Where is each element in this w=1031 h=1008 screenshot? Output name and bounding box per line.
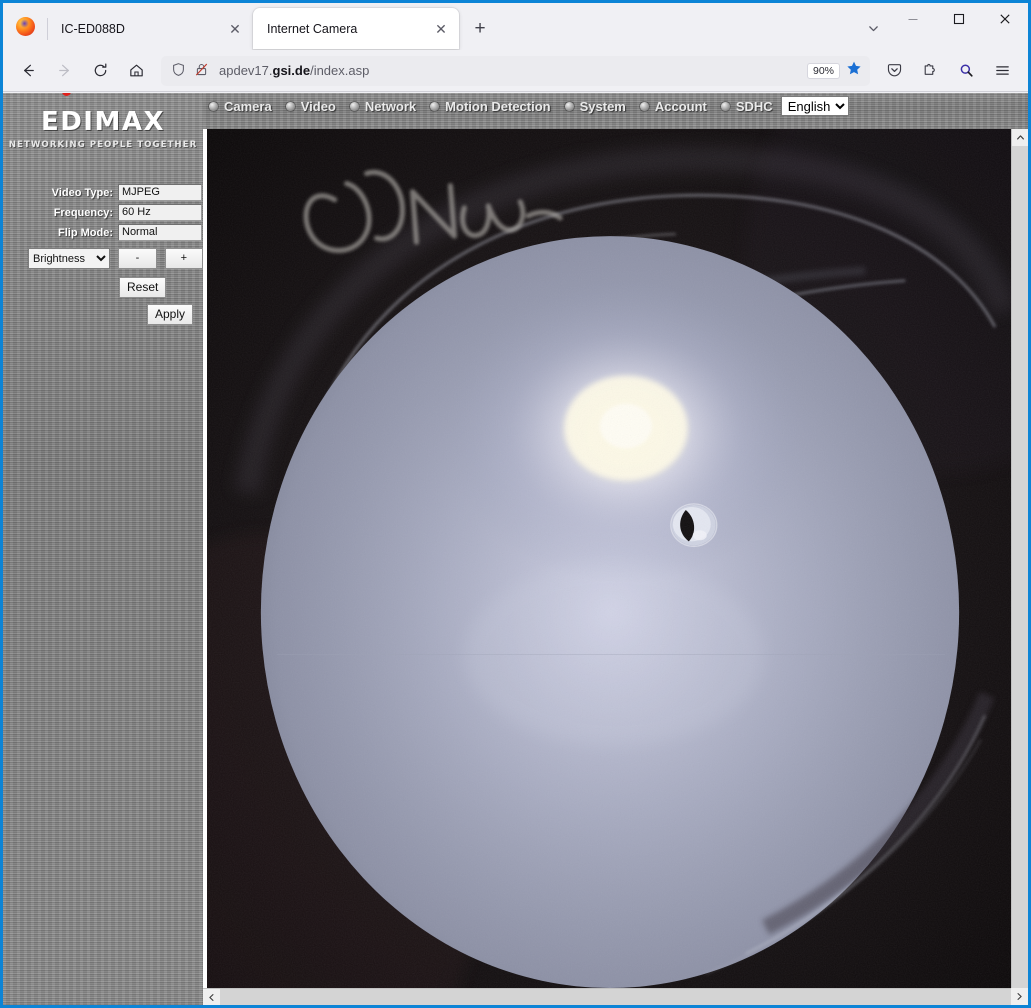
tab-title: IC-ED088D [61, 22, 125, 36]
tab-ic-ed088d[interactable]: IC-ED088D ✕ [47, 9, 253, 49]
app-menu-icon[interactable] [984, 56, 1020, 86]
nav-item-camera[interactable]: Camera [209, 99, 272, 114]
field-label: Flip Mode: [58, 226, 113, 239]
bullet-icon [430, 101, 440, 111]
reset-button[interactable]: Reset [119, 277, 167, 298]
minimize-button[interactable] [890, 3, 936, 35]
flip-mode-input[interactable]: Normal [118, 224, 202, 241]
navigation-toolbar: apdev17.gsi.de/index.asp 90% [3, 50, 1028, 92]
nav-item-system[interactable]: System [564, 98, 626, 114]
close-icon[interactable]: ✕ [225, 19, 245, 39]
nav-label: Motion Detection [445, 98, 551, 114]
image-adjust-controls: Brightness - + [3, 248, 204, 269]
bullet-icon [720, 101, 730, 111]
new-tab-button[interactable]: + [465, 14, 495, 44]
back-button[interactable] [11, 55, 45, 87]
camera-viewport [203, 129, 1028, 1005]
extensions-icon[interactable] [912, 56, 948, 86]
reset-row: Reset [3, 277, 203, 298]
field-label: Video Type: [51, 186, 113, 199]
browser-window: IC-ED088D ✕ Internet Camera ✕ + apdev17.… [0, 0, 1031, 1008]
web-page-content: EDIMAX NETWORKING PEOPLE TOGETHER Video … [3, 93, 1028, 1005]
field-row-video-type: Video Type: MJPEG [3, 183, 203, 202]
tab-title: Internet Camera [267, 21, 358, 36]
nav-label: SDHC [735, 98, 773, 114]
bookmark-star-icon[interactable] [846, 60, 862, 81]
image-adjust-select[interactable]: Brightness [28, 248, 111, 269]
nav-label: Camera [224, 98, 272, 114]
nav-item-network[interactable]: Network [349, 98, 417, 114]
search-icon[interactable] [948, 56, 984, 86]
firefox-logo-icon [3, 4, 47, 48]
frequency-input[interactable]: 60 Hz [118, 204, 202, 221]
pocket-save-icon[interactable] [876, 56, 912, 86]
close-icon[interactable]: ✕ [431, 19, 451, 39]
nav-label: System [579, 98, 626, 114]
field-label: Frequency: [53, 206, 113, 219]
scroll-right-arrow-icon[interactable] [1011, 988, 1028, 1005]
logo-wordmark: EDIMAX [40, 106, 166, 137]
nav-item-account[interactable]: Account [639, 98, 707, 114]
scroll-up-arrow-icon[interactable] [1012, 129, 1028, 146]
site-header: Camera Video Network Motion Detection Sy… [203, 93, 1028, 129]
bullet-icon [639, 101, 649, 111]
main-navigation: Camera Video Network Motion Detection Sy… [203, 93, 1028, 119]
camera-stream-image [207, 129, 1011, 988]
video-type-input[interactable]: MJPEG [118, 184, 202, 201]
increment-button[interactable]: + [164, 248, 204, 269]
camera-stream-container [207, 129, 1011, 988]
camera-sidebar: EDIMAX NETWORKING PEOPLE TOGETHER Video … [3, 93, 204, 1005]
decrement-button[interactable]: - [118, 248, 157, 269]
bullet-icon [564, 101, 574, 111]
nav-item-sdhc[interactable]: SDHC [720, 98, 773, 114]
scrollbar-corner [1011, 988, 1028, 1005]
nav-item-motion-detection[interactable]: Motion Detection [430, 98, 551, 114]
logo-dot-icon [62, 93, 71, 96]
url-text: apdev17.gsi.de/index.asp [219, 63, 370, 78]
list-all-tabs-chevron-down-icon[interactable] [856, 13, 890, 43]
bullet-icon [285, 101, 295, 111]
close-button[interactable] [982, 3, 1028, 35]
field-row-frequency: Frequency: 60 Hz [3, 203, 203, 222]
scroll-left-arrow-icon[interactable] [203, 989, 220, 1005]
nav-label: Video [300, 98, 336, 114]
bullet-icon [349, 101, 359, 111]
apply-row: Apply [3, 304, 203, 325]
window-controls [890, 3, 1028, 50]
logo-tagline: NETWORKING PEOPLE TOGETHER [8, 139, 198, 150]
tab-internet-camera[interactable]: Internet Camera ✕ [253, 8, 459, 49]
bullet-icon [209, 101, 218, 111]
zoom-level-badge[interactable]: 90% [806, 62, 840, 79]
horizontal-scrollbar[interactable] [203, 988, 1011, 1005]
forward-button [47, 55, 81, 87]
nav-item-video[interactable]: Video [285, 98, 336, 114]
reload-button[interactable] [83, 55, 117, 87]
vertical-scrollbar[interactable] [1011, 129, 1028, 1005]
address-bar[interactable]: apdev17.gsi.de/index.asp 90% [161, 55, 870, 86]
tab-strip: IC-ED088D ✕ Internet Camera ✕ + [3, 3, 1028, 50]
language-select[interactable]: English [780, 96, 849, 116]
video-settings-form: Video Type: MJPEG Frequency: 60 Hz Flip … [3, 183, 204, 325]
nav-label: Network [364, 98, 417, 114]
tracking-protection-shield-icon[interactable] [171, 62, 186, 80]
home-button[interactable] [119, 55, 153, 87]
field-row-flip-mode: Flip Mode: Normal [3, 223, 203, 242]
maximize-button[interactable] [936, 3, 982, 35]
apply-button[interactable]: Apply [147, 304, 194, 325]
insecure-connection-icon[interactable] [194, 62, 209, 80]
nav-label: Account [654, 98, 707, 114]
edimax-logo: EDIMAX NETWORKING PEOPLE TOGETHER [3, 93, 203, 165]
